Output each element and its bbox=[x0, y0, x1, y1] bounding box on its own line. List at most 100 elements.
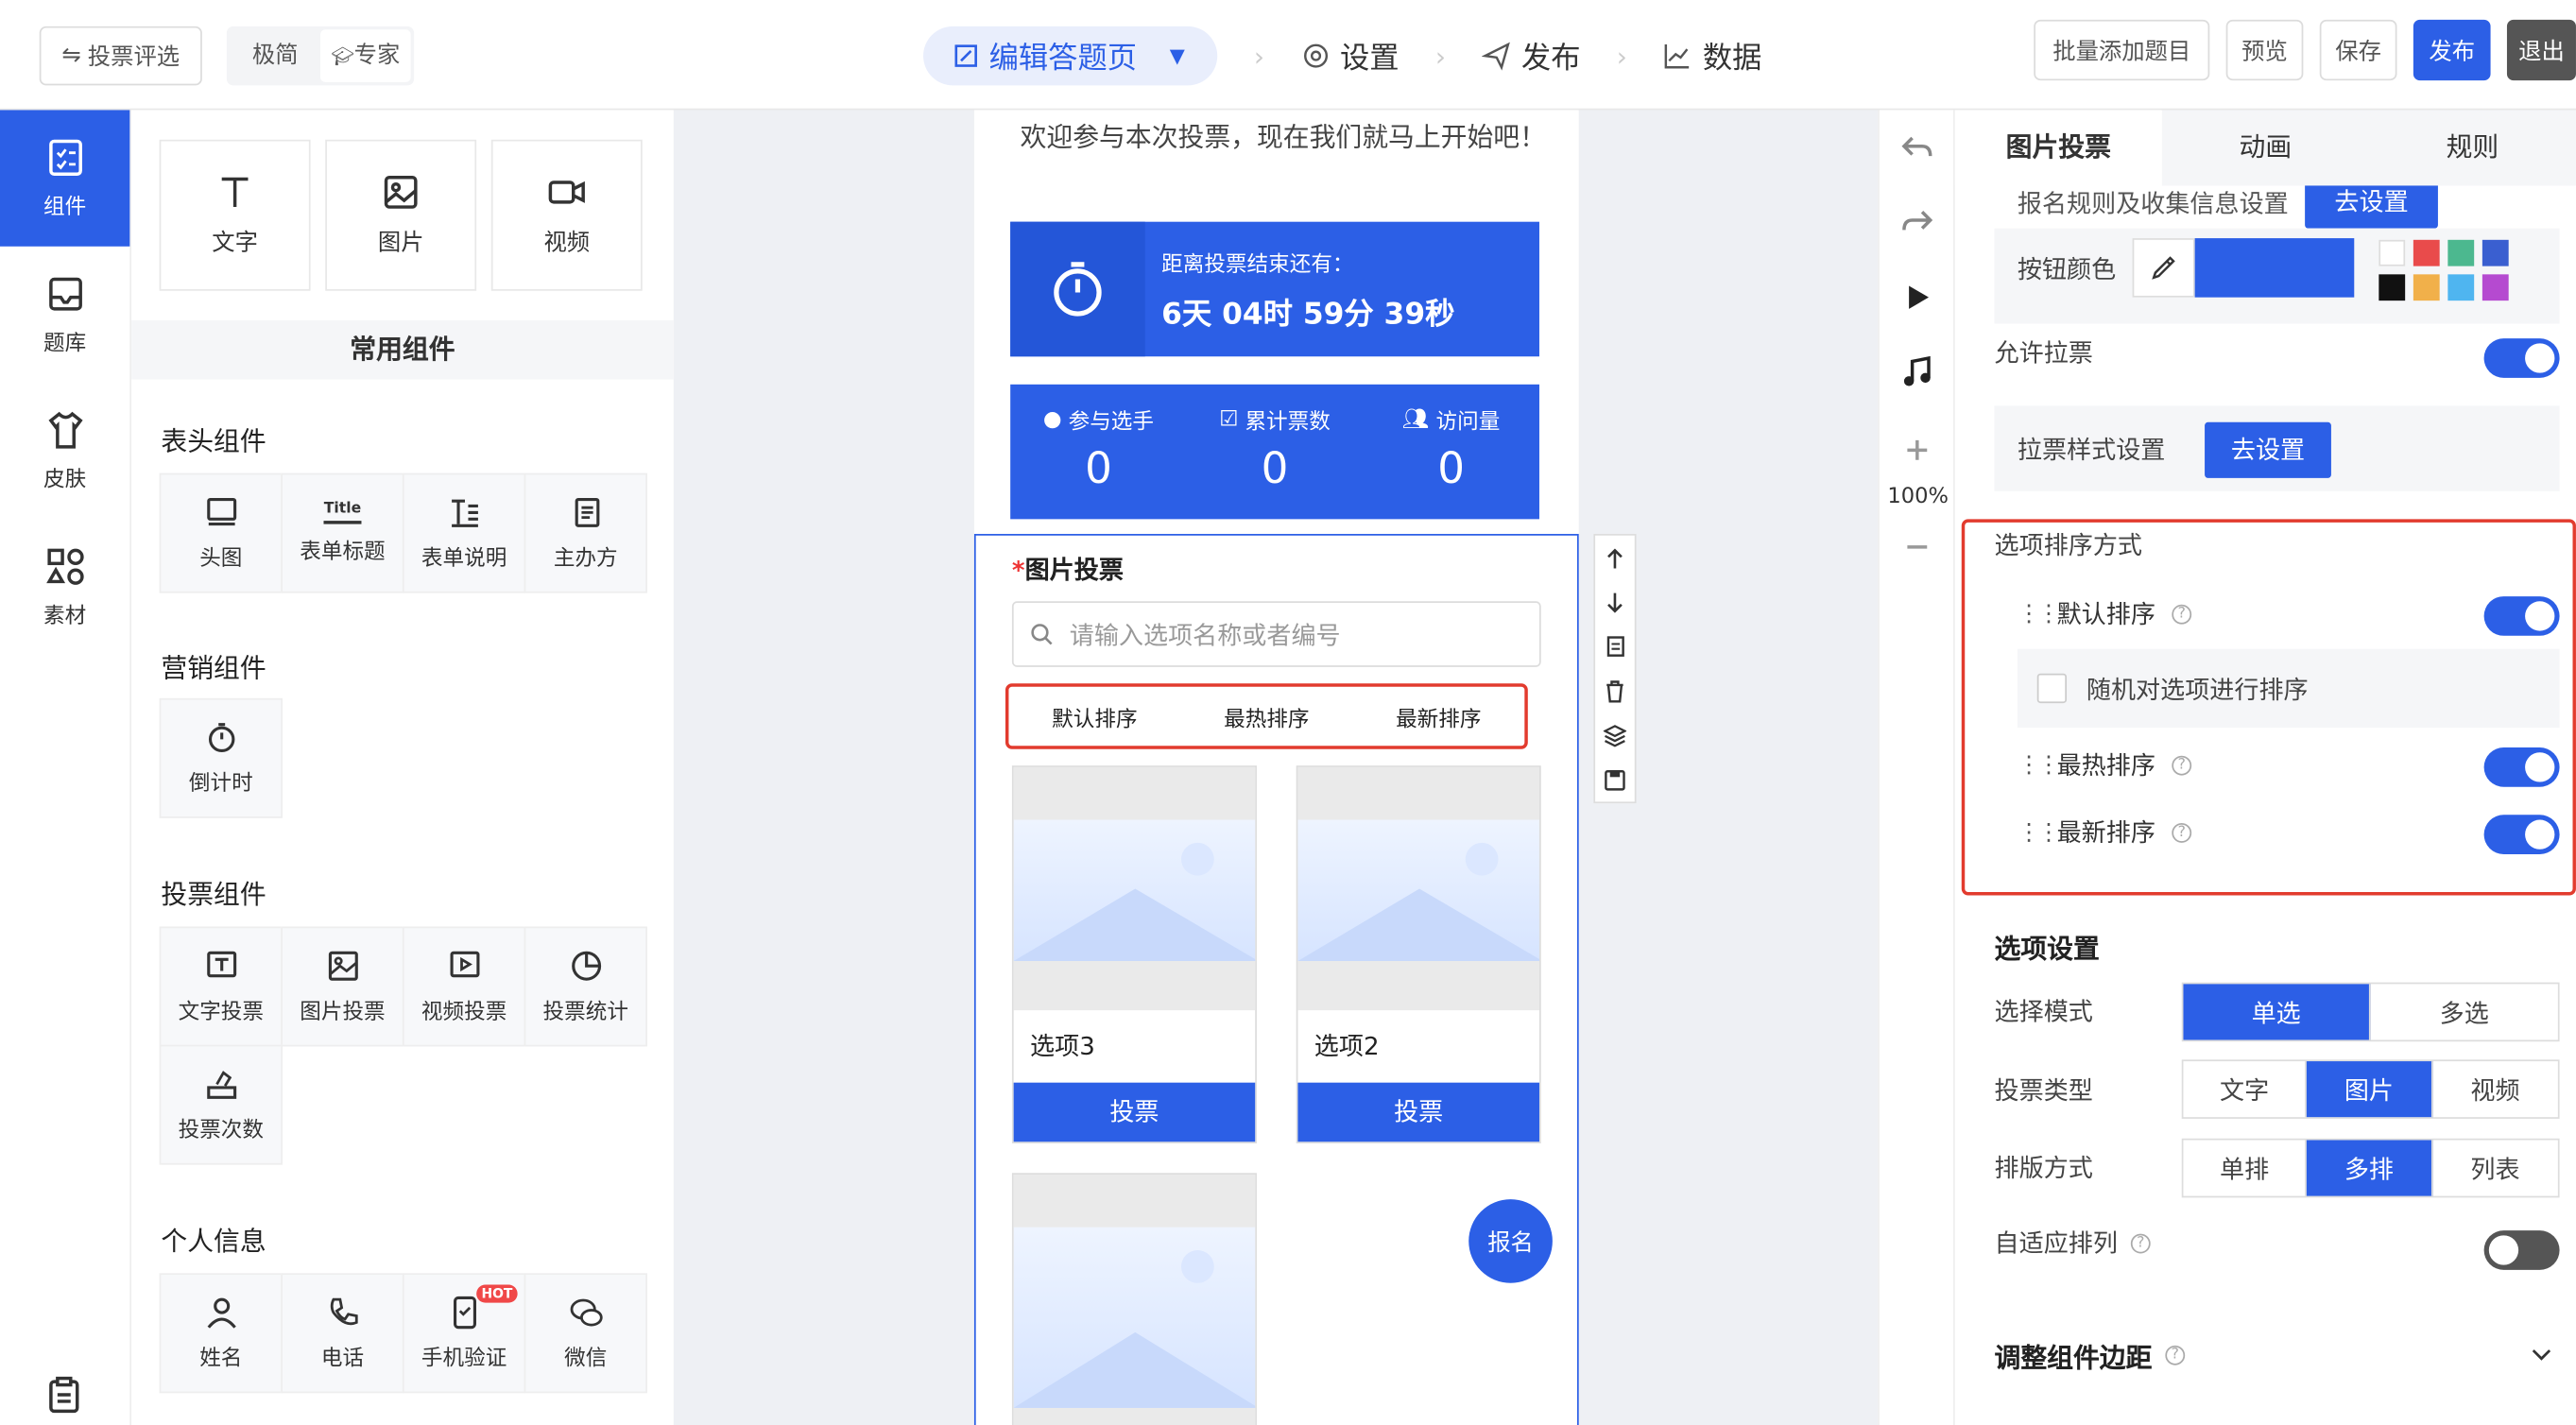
play-icon[interactable] bbox=[1899, 280, 1935, 316]
undo-icon[interactable] bbox=[1899, 129, 1935, 165]
option-card[interactable]: 选项3 投票 bbox=[1011, 765, 1257, 1143]
rail-item-assets[interactable]: 素材 bbox=[0, 519, 129, 655]
color-swatch[interactable] bbox=[2379, 239, 2406, 266]
title-icon: Title bbox=[323, 501, 362, 524]
signup-float-button[interactable]: 报名 bbox=[1468, 1199, 1553, 1283]
component-banner[interactable]: 头图 bbox=[159, 472, 283, 593]
batch-add-button[interactable]: 批量添加题目 bbox=[2034, 19, 2210, 81]
color-swatch[interactable] bbox=[2379, 274, 2406, 301]
mode-expert[interactable]: 🎓︎专家 bbox=[320, 29, 411, 82]
color-swatch[interactable] bbox=[2482, 239, 2509, 266]
zoom-in-icon[interactable] bbox=[1899, 432, 1935, 468]
clipboard-icon[interactable] bbox=[44, 1375, 84, 1415]
random-sort-checkbox[interactable] bbox=[2036, 673, 2068, 704]
sort-newest-toggle[interactable] bbox=[2483, 815, 2560, 855]
tab-animation[interactable]: 动画 bbox=[2162, 110, 2369, 185]
component-form-desc[interactable]: 表单说明 bbox=[402, 472, 526, 593]
color-swatch[interactable] bbox=[2413, 239, 2440, 266]
option-card[interactable] bbox=[1011, 1173, 1257, 1425]
help-icon[interactable]: ? bbox=[2172, 754, 2192, 775]
layout-single[interactable]: 单排 bbox=[2183, 1140, 2308, 1196]
save-button[interactable]: 保存 bbox=[2319, 19, 2397, 81]
component-vote-count[interactable]: 投票次数 bbox=[159, 1044, 283, 1165]
back-button[interactable]: ⇋ 投票评选 bbox=[39, 26, 202, 86]
step-settings[interactable]: 设置 bbox=[1300, 35, 1400, 77]
option-search-input[interactable]: 请输入选项名称或者编号 bbox=[1011, 601, 1541, 667]
select-mode-multi[interactable]: 多选 bbox=[2371, 984, 2558, 1039]
component-image-vote[interactable]: 图片投票 bbox=[281, 926, 404, 1047]
redo-icon[interactable] bbox=[1899, 204, 1935, 240]
preview-button[interactable]: 预览 bbox=[2225, 19, 2304, 81]
component-form-title[interactable]: Title 表单标题 bbox=[281, 472, 404, 593]
vote-type-text[interactable]: 文字 bbox=[2183, 1061, 2308, 1118]
component-text-vote[interactable]: 文字投票 bbox=[159, 926, 283, 1047]
rail-item-skin[interactable]: 皮肤 bbox=[0, 383, 129, 519]
component-video-vote[interactable]: 视频投票 bbox=[402, 926, 526, 1047]
component-phone[interactable]: 电话 bbox=[281, 1273, 404, 1394]
component-text[interactable]: 文字 bbox=[159, 139, 311, 291]
sort-tab-newest[interactable]: 最新排序 bbox=[1396, 700, 1481, 731]
stopwatch-icon bbox=[1054, 262, 1102, 317]
color-swatch[interactable] bbox=[2413, 274, 2440, 301]
component-vote-stats[interactable]: 投票统计 bbox=[524, 926, 647, 1047]
shapes-icon bbox=[45, 548, 83, 585]
save-icon[interactable] bbox=[1604, 768, 1626, 791]
zoom-out-icon[interactable] bbox=[1899, 529, 1935, 565]
color-swatch[interactable] bbox=[2447, 239, 2475, 266]
layout-multi[interactable]: 多排 bbox=[2307, 1140, 2433, 1196]
rail-item-question-bank[interactable]: 题库 bbox=[0, 247, 129, 383]
step-data[interactable]: 数据 bbox=[1663, 35, 1761, 77]
adaptive-toggle[interactable] bbox=[2483, 1230, 2560, 1270]
mode-simple[interactable]: 极简 bbox=[230, 29, 320, 82]
chevron-down-icon[interactable] bbox=[2530, 1342, 2552, 1365]
copy-icon[interactable] bbox=[1604, 635, 1626, 658]
eyedropper-icon[interactable] bbox=[2132, 238, 2195, 298]
color-swatch[interactable] bbox=[2447, 274, 2475, 301]
component-name[interactable]: 姓名 bbox=[159, 1273, 283, 1394]
drag-handle-icon[interactable]: ⋮⋮ bbox=[2018, 819, 2060, 846]
help-icon[interactable]: ? bbox=[2172, 603, 2192, 624]
allow-canvass-toggle[interactable] bbox=[2483, 338, 2560, 378]
button-color-swatch[interactable] bbox=[2194, 238, 2355, 298]
vote-type-video[interactable]: 视频 bbox=[2432, 1061, 2558, 1117]
drag-handle-icon[interactable]: ⋮⋮ bbox=[2018, 600, 2060, 627]
tab-rules[interactable]: 规则 bbox=[2369, 110, 2576, 185]
margin-section[interactable]: 调整组件边距 ? bbox=[1995, 1335, 2186, 1375]
help-icon[interactable]: ? bbox=[2130, 1232, 2151, 1253]
vote-button[interactable]: 投票 bbox=[1013, 1082, 1256, 1142]
component-phone-verify[interactable]: HOT 手机验证 bbox=[402, 1273, 526, 1394]
music-icon[interactable] bbox=[1899, 355, 1935, 391]
sort-default-toggle[interactable] bbox=[2483, 596, 2560, 636]
tab-image-vote[interactable]: 图片投票 bbox=[1954, 110, 2162, 186]
canvass-style-button[interactable]: 去设置 bbox=[2205, 421, 2331, 478]
arrow-up-icon[interactable] bbox=[1604, 546, 1626, 569]
component-wechat[interactable]: 微信 bbox=[524, 1273, 647, 1394]
vote-type-image[interactable]: 图片 bbox=[2307, 1061, 2433, 1118]
component-countdown[interactable]: 倒计时 bbox=[159, 697, 283, 818]
vote-button[interactable]: 投票 bbox=[1297, 1082, 1539, 1142]
trash-icon[interactable] bbox=[1604, 679, 1626, 702]
sort-tab-hot[interactable]: 最热排序 bbox=[1224, 700, 1309, 731]
rail-item-components[interactable]: 组件 bbox=[0, 110, 130, 247]
layout-list[interactable]: 列表 bbox=[2432, 1141, 2558, 1196]
exit-button[interactable]: 退出 bbox=[2506, 19, 2576, 81]
arrow-down-icon[interactable] bbox=[1604, 591, 1626, 613]
sort-tab-default[interactable]: 默认排序 bbox=[1052, 700, 1137, 731]
color-swatch[interactable] bbox=[2482, 274, 2509, 301]
component-video[interactable]: 视频 bbox=[490, 139, 643, 291]
sort-hot-toggle[interactable] bbox=[2483, 747, 2560, 787]
countdown-block[interactable]: 距离投票结束还有： 6天 04时 59分 39秒 bbox=[1010, 221, 1539, 357]
image-vote-component[interactable]: *图片投票 请输入选项名称或者编号 默认排序 最热排序 最新排序 选项3 投票 … bbox=[973, 534, 1579, 1425]
layers-icon[interactable] bbox=[1603, 724, 1627, 747]
help-icon[interactable]: ? bbox=[2165, 1345, 2186, 1365]
publish-button[interactable]: 发布 bbox=[2413, 19, 2491, 81]
stats-block[interactable]: ● 参与选手 0 ☑ 累计票数 0 👥︎ 访问量 0 bbox=[1010, 384, 1539, 520]
select-mode-single[interactable]: 单选 bbox=[2183, 984, 2371, 1040]
step-publish[interactable]: 发布 bbox=[1482, 35, 1581, 77]
option-card[interactable]: 选项2 投票 bbox=[1296, 765, 1541, 1143]
component-image[interactable]: 图片 bbox=[325, 139, 477, 291]
help-icon[interactable]: ? bbox=[2172, 822, 2192, 842]
component-organizer[interactable]: 主办方 bbox=[524, 472, 647, 593]
step-edit[interactable]: 编辑答题页 ▼ bbox=[923, 26, 1218, 86]
drag-handle-icon[interactable]: ⋮⋮ bbox=[2018, 751, 2060, 778]
